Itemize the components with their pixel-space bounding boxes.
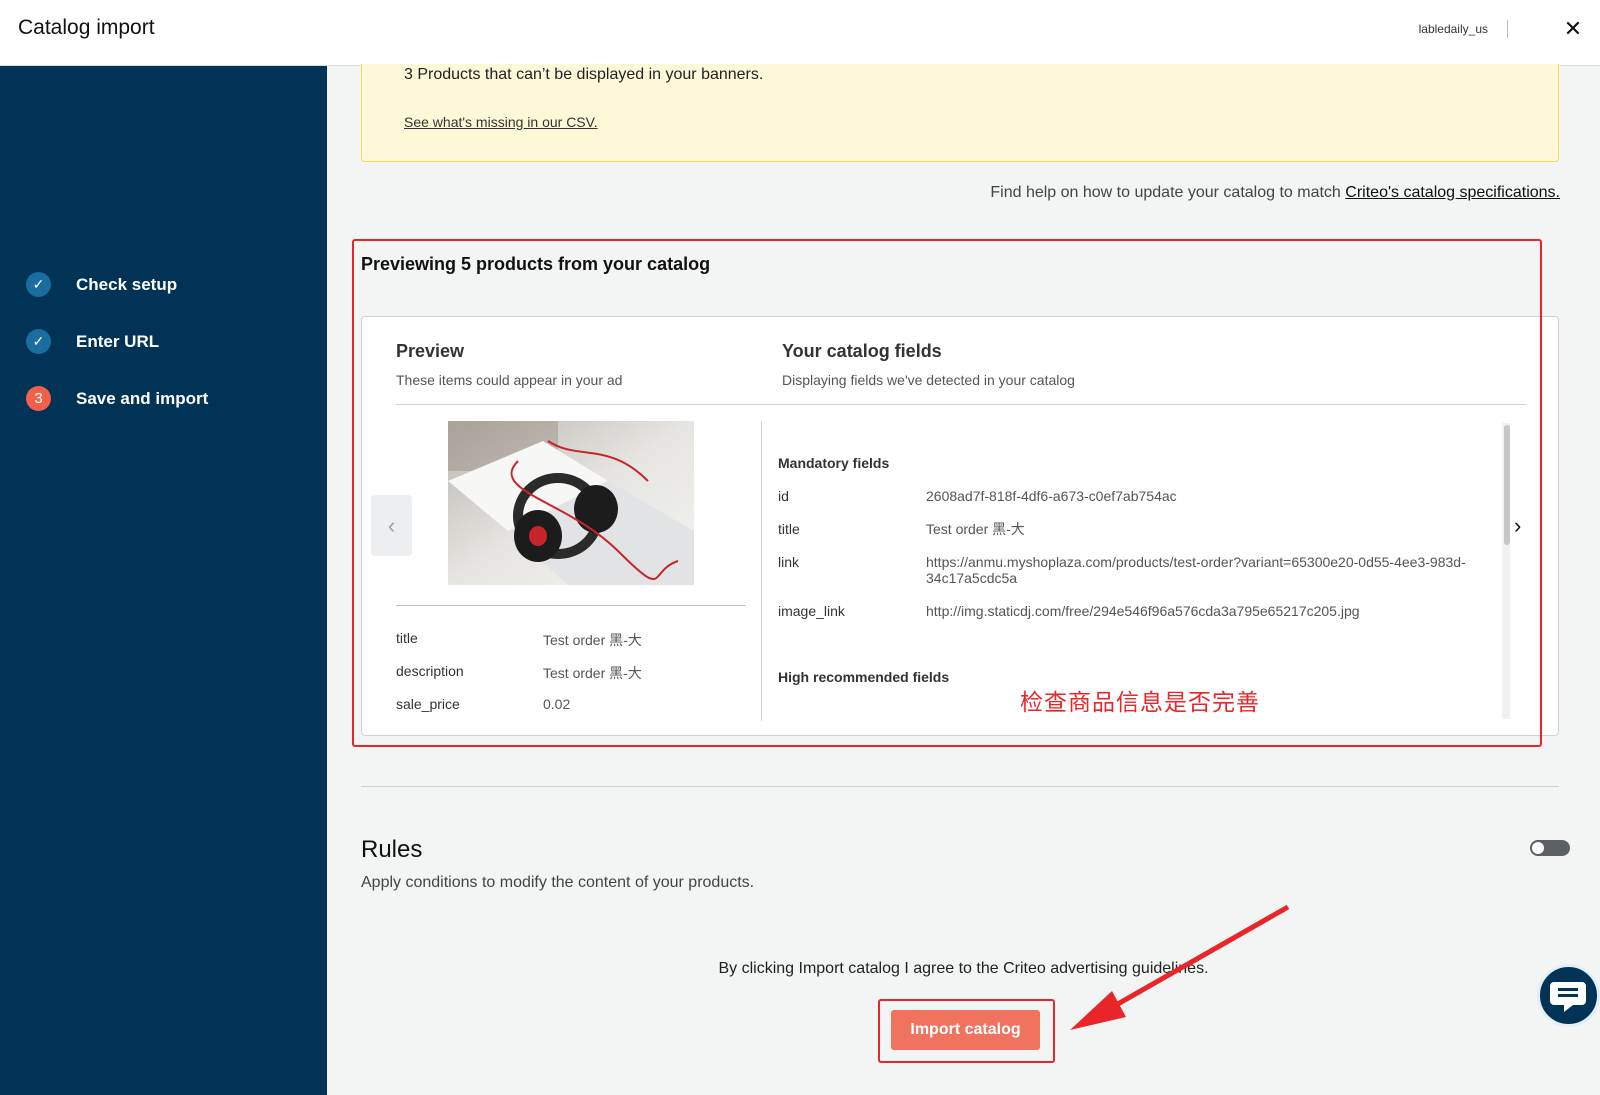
field-row: link https://anmu.myshoplaza.com/product… [778, 554, 1466, 586]
next-product-button[interactable]: › [1514, 513, 1521, 539]
section-divider [361, 786, 1559, 787]
rules-heading: Rules [361, 836, 423, 863]
field-key: title [778, 521, 800, 537]
annotation-text: 检查商品信息是否完善 [1020, 689, 1260, 715]
fields-heading: Your catalog fields [782, 341, 942, 361]
step-number-badge: 3 [26, 386, 51, 411]
fields-subheading: Displaying fields we've detected in your… [782, 372, 1075, 388]
agreement-text: By clicking Import catalog I agree to th… [718, 960, 1209, 977]
product-field-value: Test order 黑-大 [543, 665, 642, 681]
field-key: id [778, 488, 789, 504]
preview-card: Preview These items could appear in your… [361, 316, 1559, 736]
chat-icon [1550, 982, 1586, 1012]
preview-section-title: Previewing 5 products from your catalog [361, 254, 711, 274]
help-text: Find help on how to update your catalog … [990, 184, 1560, 202]
account-name[interactable]: labledaily_us [1419, 22, 1488, 36]
field-value: Test order 黑-大 [926, 521, 1025, 537]
close-icon[interactable]: ✕ [1562, 18, 1584, 40]
check-icon: ✓ [26, 329, 51, 354]
mandatory-fields-heading: Mandatory fields [778, 455, 890, 471]
step-enter-url[interactable]: ✓ Enter URL [26, 329, 159, 354]
field-row: id 2608ad7f-818f-4df6-a673-c0ef7ab754ac [778, 488, 1177, 504]
product-divider [396, 605, 746, 606]
chat-support-button[interactable] [1537, 964, 1600, 1027]
top-bar: Catalog import labledaily_us ✕ [0, 0, 1600, 66]
toggle-knob [1532, 842, 1544, 854]
product-field-key: description [396, 663, 464, 679]
sidebar: ✓ Check setup ✓ Enter URL 3 Save and imp… [0, 66, 327, 1095]
step-label: Enter URL [76, 331, 160, 351]
product-field-row: title Test order 黑-大 [396, 630, 642, 648]
main-content: 3 Products that can’t be displayed in yo… [327, 64, 1600, 1095]
preview-column-header: Preview These items could appear in your… [396, 341, 622, 388]
catalog-specifications-link[interactable]: Criteo's catalog specifications. [1345, 184, 1560, 201]
missing-csv-link[interactable]: See what's missing in our CSV. [404, 114, 598, 130]
product-field-value: 0.02 [543, 696, 571, 712]
product-field-value: Test order 黑-大 [543, 632, 642, 648]
product-field-row: sale_price 0.02 [396, 696, 570, 712]
card-divider [396, 404, 1526, 405]
high-recommended-fields-heading: High recommended fields [778, 669, 950, 685]
field-key: link [778, 554, 800, 570]
previous-product-button[interactable]: ‹ [371, 495, 412, 556]
import-catalog-button[interactable]: Import catalog [891, 1010, 1040, 1050]
preview-subheading: These items could appear in your ad [396, 372, 623, 388]
help-text-label: Find help on how to update your catalog … [990, 184, 1341, 201]
step-label: Check setup [76, 274, 178, 294]
product-field-key: title [396, 630, 418, 646]
fields-column-header: Your catalog fields Displaying fields we… [782, 341, 1075, 388]
column-divider [761, 421, 762, 721]
annotation-arrow-icon [1070, 904, 1290, 1030]
check-icon: ✓ [26, 272, 51, 297]
page-title: Catalog import [18, 16, 155, 39]
field-row: title Test order 黑-大 [778, 521, 1025, 537]
field-value: http://img.staticdj.com/free/294e546f96a… [926, 603, 1360, 619]
field-row: image_link http://img.staticdj.com/free/… [778, 603, 1360, 619]
step-save-and-import[interactable]: 3 Save and import [26, 386, 208, 411]
product-field-row: description Test order 黑-大 [396, 663, 642, 681]
preview-heading: Preview [396, 341, 465, 361]
step-check-setup[interactable]: ✓ Check setup [26, 272, 177, 297]
field-value: 2608ad7f-818f-4df6-a673-c0ef7ab754ac [926, 488, 1177, 504]
field-key: image_link [778, 603, 845, 619]
rules-toggle[interactable] [1530, 840, 1570, 856]
warning-text: 3 Products that can’t be displayed in yo… [404, 66, 764, 83]
product-field-key: sale_price [396, 696, 460, 712]
warning-banner: 3 Products that can’t be displayed in yo… [361, 64, 1559, 162]
catalog-fields-list[interactable]: Mandatory fields id 2608ad7f-818f-4df6-a… [777, 421, 1497, 711]
rules-description: Apply conditions to modify the content o… [361, 874, 755, 891]
field-value: https://anmu.myshoplaza.com/products/tes… [926, 554, 1466, 586]
headphones-photo [448, 421, 694, 585]
product-image [448, 421, 694, 585]
step-label: Save and import [76, 388, 209, 408]
header-divider [1507, 20, 1508, 38]
fields-scrollbar-thumb[interactable] [1504, 425, 1510, 545]
